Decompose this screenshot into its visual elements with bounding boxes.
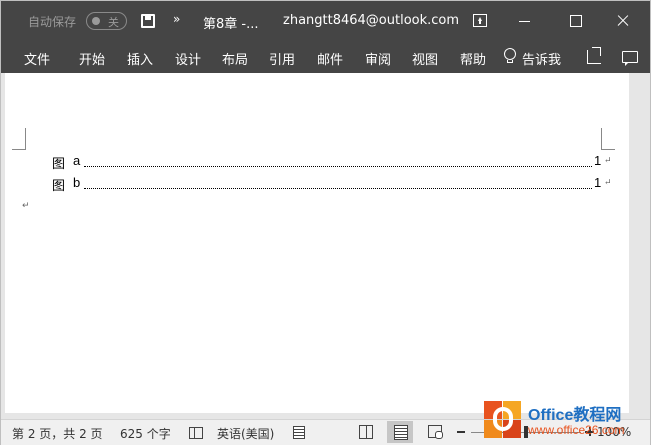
tab-file[interactable]: 文件: [24, 49, 50, 68]
language[interactable]: 英语(美国): [217, 425, 274, 442]
more-commands-icon[interactable]: »: [173, 12, 180, 26]
zoom-out-icon[interactable]: [457, 431, 465, 433]
tab-review[interactable]: 审阅: [365, 49, 391, 68]
account-name[interactable]: zhangtt8464@outlook.com: [283, 13, 459, 28]
tab-layout[interactable]: 布局: [222, 49, 248, 68]
tell-me-search[interactable]: 告诉我: [522, 49, 561, 68]
watermark-url: www.office26.com: [528, 423, 625, 437]
tab-insert[interactable]: 插入: [127, 49, 153, 68]
comment-icon[interactable]: [622, 51, 638, 66]
crop-mark-right: [601, 128, 615, 150]
proofing-icon[interactable]: [189, 427, 203, 439]
print-layout-icon[interactable]: [387, 421, 413, 443]
autosave-toggle[interactable]: 关: [86, 12, 127, 30]
autosave-label: 自动保存: [28, 15, 77, 29]
toc-label: 图: [52, 157, 66, 172]
office-logo-icon: [484, 401, 522, 438]
toc-dot-leader: [84, 166, 592, 167]
toc-label: 图: [52, 179, 66, 194]
read-mode-icon[interactable]: [359, 425, 373, 439]
tab-help[interactable]: 帮助: [460, 49, 486, 68]
autosave-state: 关: [108, 16, 119, 29]
minimize-button[interactable]: [512, 11, 536, 31]
toc-entry[interactable]: 图 b 1 ↵: [52, 175, 612, 194]
paragraph-mark: ↵: [604, 178, 612, 188]
toc-page-number: 1: [594, 175, 602, 190]
word-window: 自动保存 关 » 第8章 -... zhangtt8464@outlook.co…: [0, 0, 651, 445]
site-watermark: Office教程网 www.office26.com: [484, 399, 646, 443]
close-button[interactable]: [611, 11, 635, 31]
crop-mark-left: [12, 128, 26, 150]
tab-home[interactable]: 开始: [79, 49, 105, 68]
toc-name: a: [73, 153, 81, 168]
tab-mailings[interactable]: 邮件: [317, 49, 343, 68]
vertical-scrollbar[interactable]: [630, 73, 650, 403]
maximize-button[interactable]: [563, 11, 587, 31]
word-count[interactable]: 625 个字: [120, 425, 171, 442]
save-icon[interactable]: [141, 14, 155, 28]
tab-references[interactable]: 引用: [269, 49, 295, 68]
toc-entry[interactable]: 图 a 1 ↵: [52, 153, 612, 172]
ribbon-display-options-icon[interactable]: [473, 14, 487, 27]
web-layout-icon[interactable]: [428, 425, 443, 439]
document-title[interactable]: 第8章 -...: [203, 13, 259, 32]
macro-recording-icon[interactable]: [293, 426, 305, 439]
watermark-title: Office教程网: [528, 407, 622, 424]
toc-name: b: [73, 175, 81, 190]
document-page[interactable]: 图 a 1 ↵ 图 b 1 ↵ ↵: [5, 73, 629, 413]
toggle-knob: [92, 17, 100, 25]
paragraph-mark: ↵: [22, 201, 30, 211]
title-bar: 自动保存 关 » 第8章 -... zhangtt8464@outlook.co…: [1, 1, 650, 41]
toc-page-number: 1: [594, 153, 602, 168]
share-icon[interactable]: [587, 47, 601, 64]
tab-design[interactable]: 设计: [175, 49, 201, 68]
lightbulb-icon[interactable]: [504, 48, 516, 64]
tab-view[interactable]: 视图: [412, 49, 438, 68]
page-count[interactable]: 第 2 页，共 2 页: [12, 425, 103, 442]
paragraph-mark: ↵: [604, 156, 612, 166]
toc-dot-leader: [84, 188, 592, 189]
ribbon-tab-bar: 文件 开始 插入 设计 布局 引用 邮件 审阅 视图 帮助 告诉我: [1, 41, 650, 73]
